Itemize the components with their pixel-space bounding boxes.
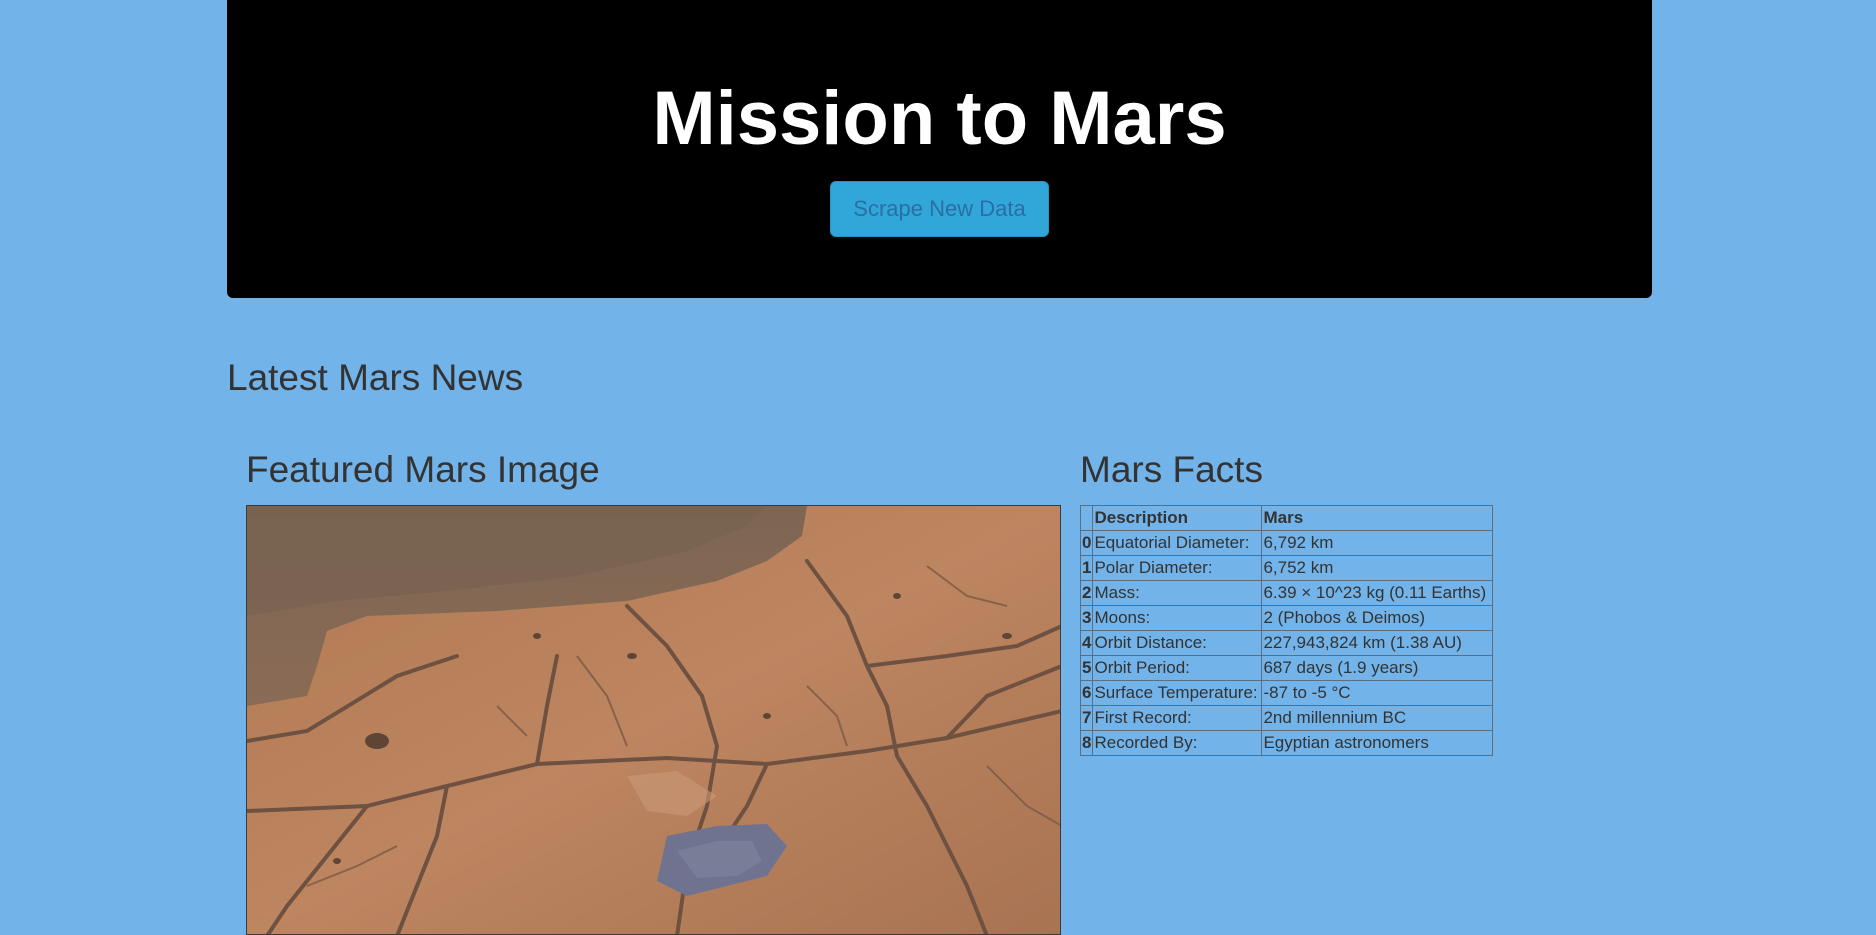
latest-news-heading: Latest Mars News [227,357,524,398]
table-row: 2 Mass: 6.39 × 10^23 kg (0.11 Earths) [1079,580,1494,606]
table-row: 0 Equatorial Diameter: 6,792 km [1079,530,1494,556]
row-description: Equatorial Diameter: [1092,530,1263,556]
row-index: 2 [1079,580,1094,606]
mars-column-header: Mars [1261,505,1494,531]
table-header-row: Description Mars [1079,505,1494,531]
featured-image-heading: Featured Mars Image [246,449,600,490]
row-index: 4 [1079,630,1094,656]
header-jumbotron: Mission to Mars Scrape New Data [227,0,1652,298]
mars-facts-table: Description Mars 0 Equatorial Diameter: … [1079,505,1494,756]
row-description: Orbit Distance: [1092,630,1263,656]
row-description: Moons: [1092,605,1263,631]
scrape-new-data-button[interactable]: Scrape New Data [830,181,1049,237]
row-index: 0 [1079,530,1094,556]
row-value: Egyptian astronomers [1261,730,1494,756]
table-row: 3 Moons: 2 (Phobos & Deimos) [1079,605,1494,631]
row-description: Polar Diameter: [1092,555,1263,581]
row-value: 6,792 km [1261,530,1494,556]
row-index: 6 [1079,680,1094,706]
row-value: 227,943,824 km (1.38 AU) [1261,630,1494,656]
row-index: 7 [1079,705,1094,731]
row-index: 5 [1079,655,1094,681]
table-row: 7 First Record: 2nd millennium BC [1079,705,1494,731]
index-column-header [1079,505,1094,531]
row-value: 2 (Phobos & Deimos) [1261,605,1494,631]
table-row: 5 Orbit Period: 687 days (1.9 years) [1079,655,1494,681]
table-row: 8 Recorded By: Egyptian astronomers [1079,730,1494,756]
row-value: 6.39 × 10^23 kg (0.11 Earths) [1261,580,1494,606]
row-description: First Record: [1092,705,1263,731]
row-value: 687 days (1.9 years) [1261,655,1494,681]
row-index: 1 [1079,555,1094,581]
mars-facts-heading: Mars Facts [1080,449,1263,490]
table-row: 6 Surface Temperature: -87 to -5 °C [1079,680,1494,706]
row-description: Orbit Period: [1092,655,1263,681]
page-title: Mission to Mars [652,76,1227,161]
row-description: Mass: [1092,580,1263,606]
description-column-header: Description [1092,505,1263,531]
row-value: 6,752 km [1261,555,1494,581]
row-index: 8 [1079,730,1094,756]
row-index: 3 [1079,605,1094,631]
row-description: Surface Temperature: [1092,680,1263,706]
table-row: 1 Polar Diameter: 6,752 km [1079,555,1494,581]
table-row: 4 Orbit Distance: 227,943,824 km (1.38 A… [1079,630,1494,656]
row-description: Recorded By: [1092,730,1263,756]
featured-mars-image [246,505,1061,935]
row-value: 2nd millennium BC [1261,705,1494,731]
row-value: -87 to -5 °C [1261,680,1494,706]
